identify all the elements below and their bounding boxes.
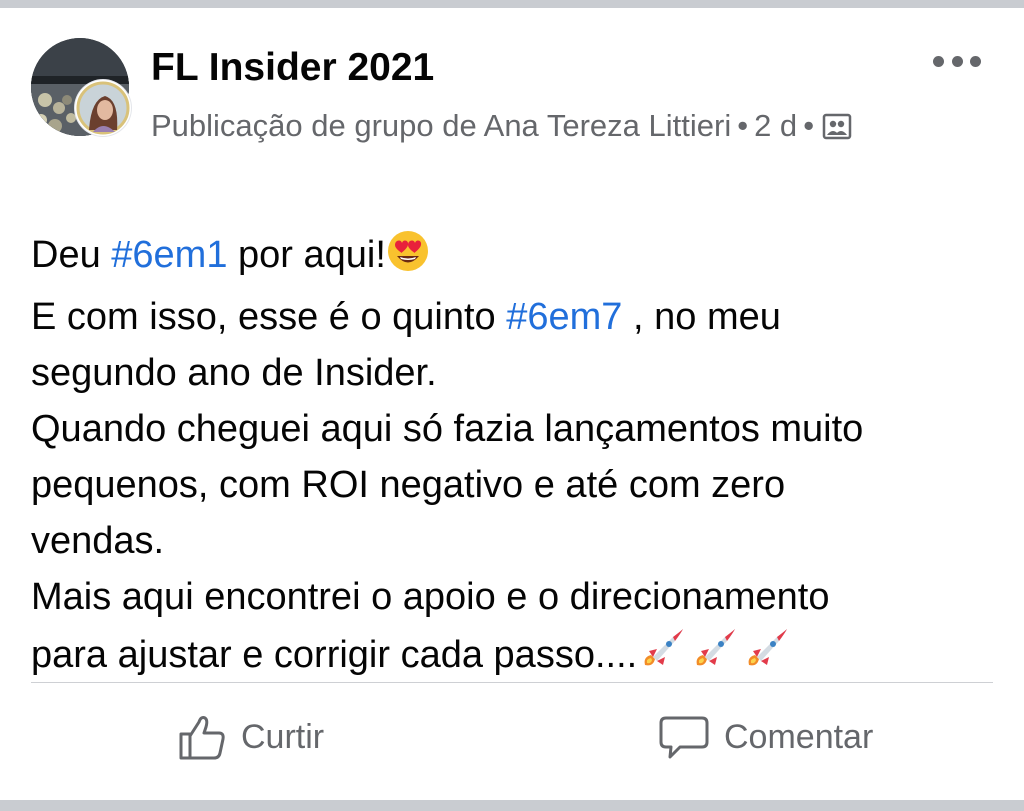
actions-divider <box>31 682 993 683</box>
like-label: Curtir <box>241 717 325 756</box>
post-time[interactable]: 2 d <box>754 108 797 143</box>
rocket-emoji-icon <box>689 625 741 689</box>
message-line: Quando cheguei aqui só fazia lançamentos… <box>31 408 864 450</box>
hashtag-link[interactable]: #6em1 <box>111 234 227 276</box>
comment-bubble-icon <box>659 716 709 759</box>
heart-eyes-emoji-icon <box>386 229 430 289</box>
group-name-link[interactable]: FL Insider 2021 <box>151 44 434 92</box>
message-line: E com isso, esse é o quinto #6em7 , no m… <box>31 296 781 338</box>
message-line: Deu #6em1 por aqui! <box>31 227 1001 289</box>
group-audience-icon <box>822 108 852 140</box>
message-line: segundo ano de Insider. <box>31 352 437 394</box>
post-message: Deu #6em1 por aqui! E com isso, esse é o… <box>31 227 1001 689</box>
hashtag-link[interactable]: #6em7 <box>506 296 622 338</box>
rocket-emoji-group <box>637 629 793 676</box>
group-post: FL Insider 2021 Publicação de grupo de A… <box>0 8 1024 800</box>
comment-button[interactable]: Comentar <box>658 706 873 768</box>
like-button[interactable]: Curtir <box>177 706 324 768</box>
top-feed-divider <box>0 0 1024 8</box>
bottom-feed-divider <box>0 800 1024 811</box>
message-line: Mais aqui encontrei o apoio e o direcion… <box>31 576 830 618</box>
rocket-emoji-icon <box>637 625 689 689</box>
more-options-button[interactable] <box>933 46 981 76</box>
thumbs-up-icon <box>179 716 225 760</box>
post-meta: Publicação de grupo de Ana Tereza Littie… <box>151 104 881 148</box>
separator-dot: • <box>803 108 815 143</box>
message-line: vendas. <box>31 520 165 562</box>
comment-label: Comentar <box>724 717 874 756</box>
separator-dot: • <box>737 108 749 143</box>
post-author-line[interactable]: Publicação de grupo de Ana Tereza Littie… <box>151 108 731 143</box>
author-avatar[interactable] <box>75 80 131 136</box>
message-line: para ajustar e corrigir cada passo.... <box>31 625 1001 689</box>
message-line: pequenos, com ROI negativo e até com zer… <box>31 464 786 506</box>
rocket-emoji-icon <box>741 625 793 689</box>
more-options-icon <box>933 55 944 67</box>
